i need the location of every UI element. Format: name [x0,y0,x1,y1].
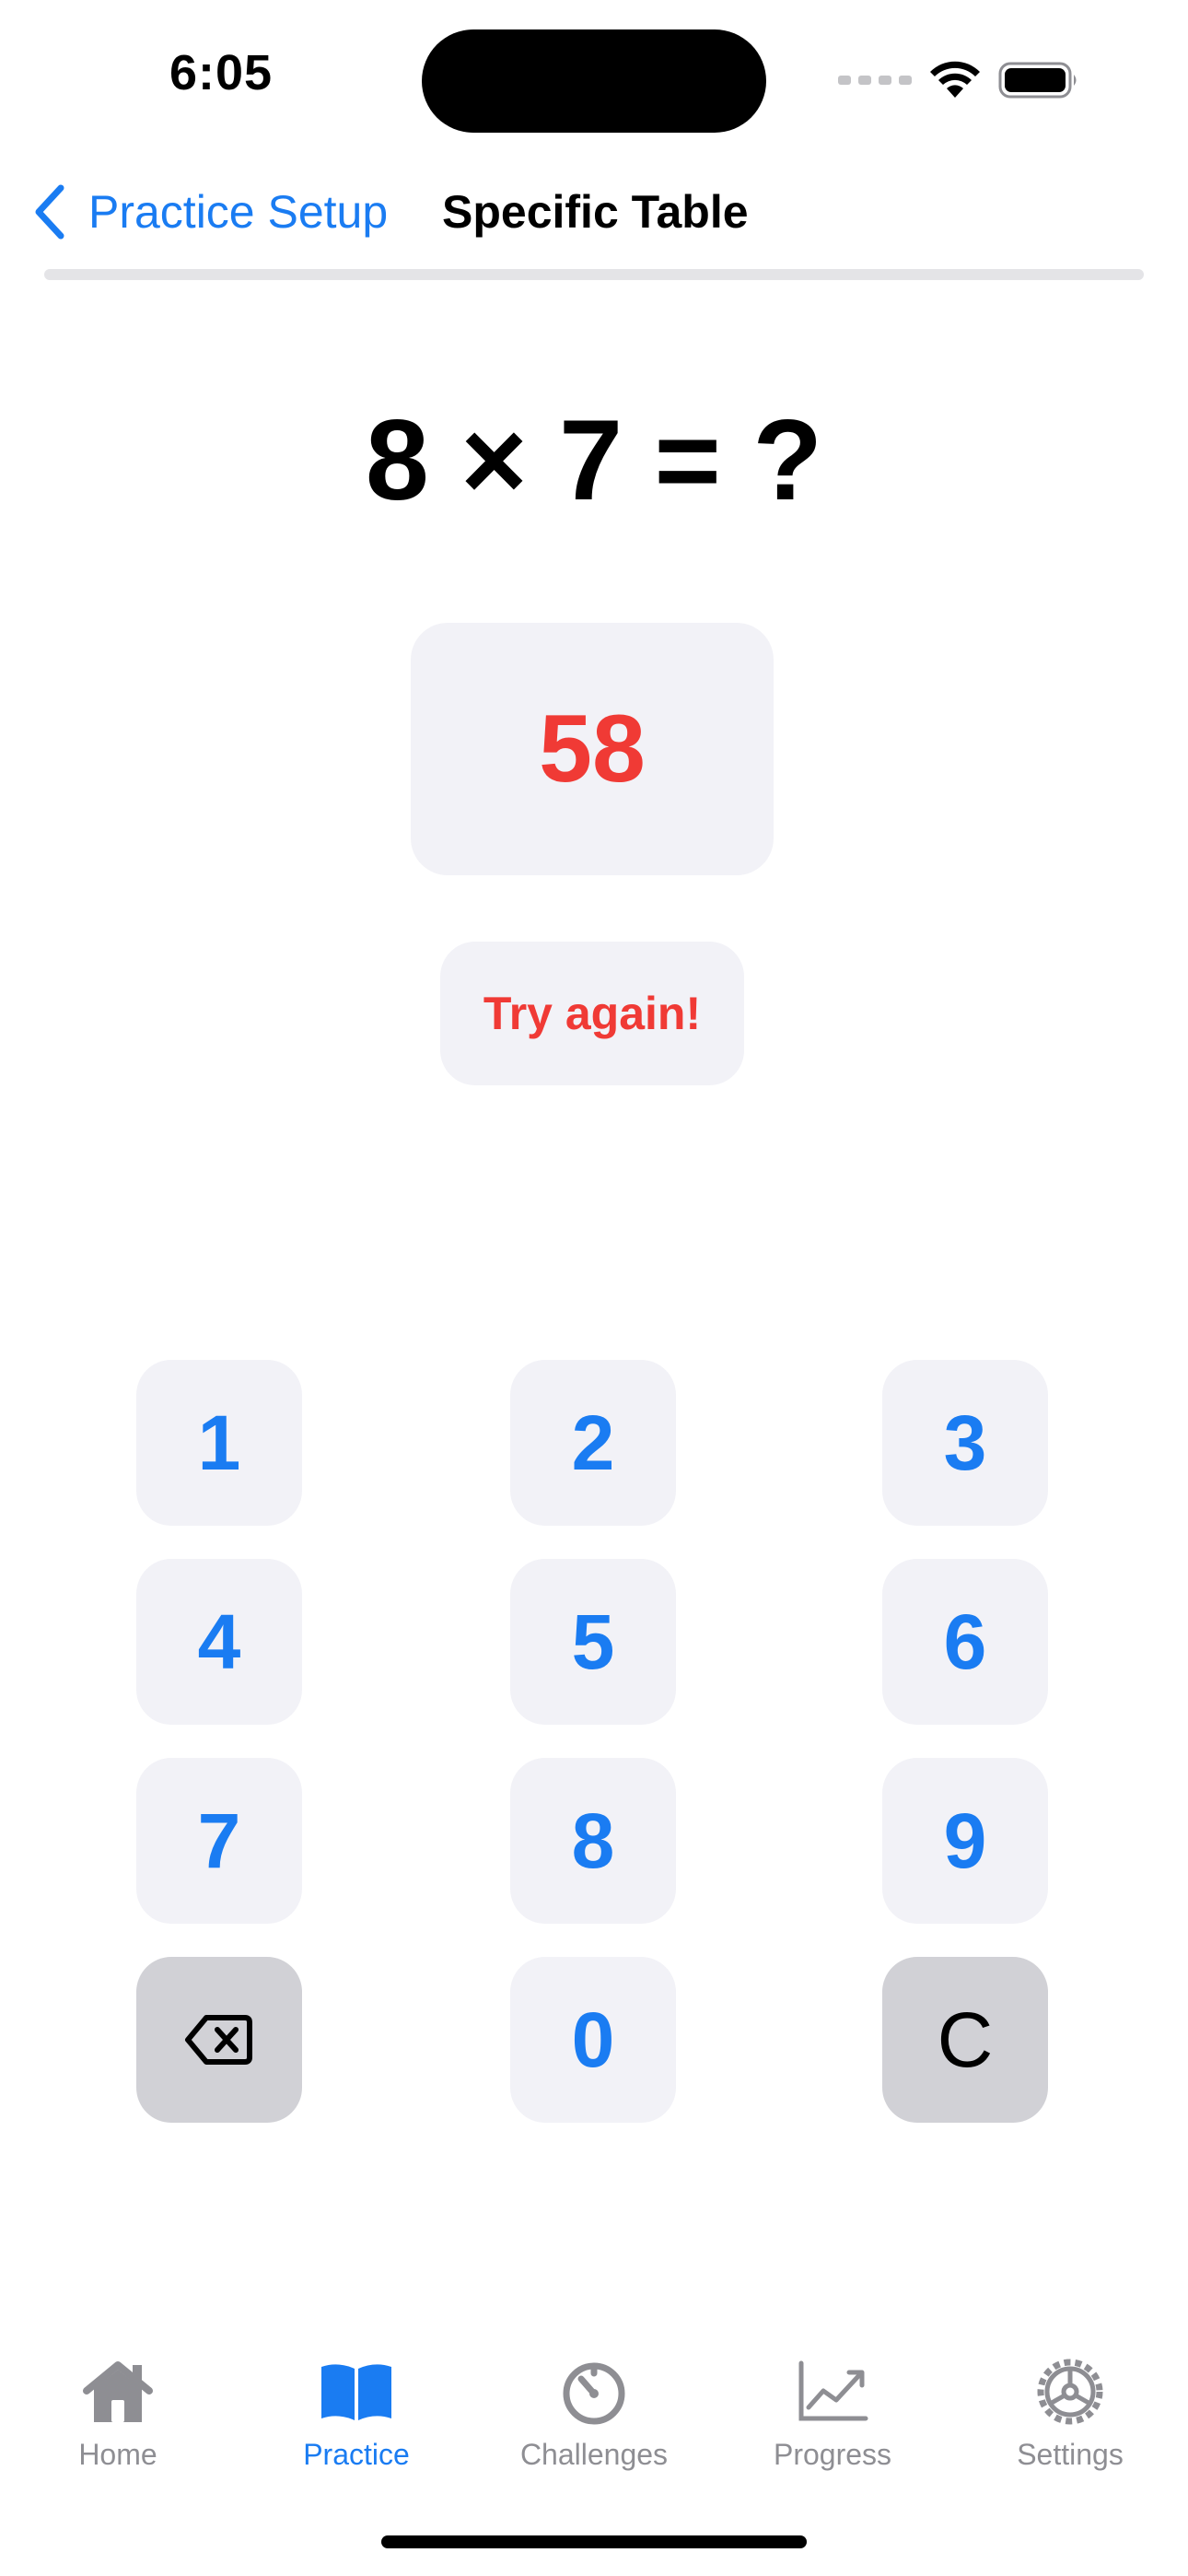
tab-label: Home [78,2438,157,2471]
timer-icon [553,2355,635,2429]
key-1[interactable]: 1 [136,1360,302,1526]
key-6[interactable]: 6 [882,1559,1048,1725]
key-0[interactable]: 0 [510,1957,676,2123]
chevron-left-icon [35,184,64,240]
tab-progress[interactable]: Progress [722,2355,943,2493]
page-title: Specific Table [442,186,749,238]
progress-track [44,269,1144,280]
back-button[interactable]: Practice Setup [33,175,388,249]
house-icon [76,2355,159,2429]
question-text: 8 × 7 = ? [365,397,823,524]
feedback-badge: Try again! [440,942,744,1085]
gear-icon [1029,2355,1112,2429]
key-8[interactable]: 8 [510,1758,676,1924]
tab-home[interactable]: Home [7,2355,228,2493]
battery-icon [998,62,1077,99]
key-9[interactable]: 9 [882,1758,1048,1924]
key-2[interactable]: 2 [510,1360,676,1526]
chart-icon [791,2355,874,2429]
tab-label: Practice [303,2438,410,2471]
home-indicator [381,2535,807,2548]
wifi-icon [930,61,980,98]
tab-challenges[interactable]: Challenges [483,2355,705,2493]
status-icons [838,57,1079,103]
status-time: 6:05 [169,45,274,100]
delete-backward-icon [185,2015,252,2065]
key-7[interactable]: 7 [136,1758,302,1924]
back-button-label: Practice Setup [88,186,389,238]
dynamic-island [422,29,766,133]
tab-practice[interactable]: Practice [246,2355,467,2493]
key-4[interactable]: 4 [136,1559,302,1725]
key-3[interactable]: 3 [882,1360,1048,1526]
tab-settings[interactable]: Settings [960,2355,1181,2493]
delete-button[interactable] [136,1957,302,2123]
key-5[interactable]: 5 [510,1559,676,1725]
book-icon [315,2355,398,2429]
clear-button[interactable]: C [882,1957,1048,2123]
tab-label: Progress [773,2438,892,2471]
tab-label: Settings [1017,2438,1124,2471]
tab-label: Challenges [519,2438,669,2471]
cellular-signal-icon [838,76,912,85]
answer-display: 58 [411,623,774,875]
